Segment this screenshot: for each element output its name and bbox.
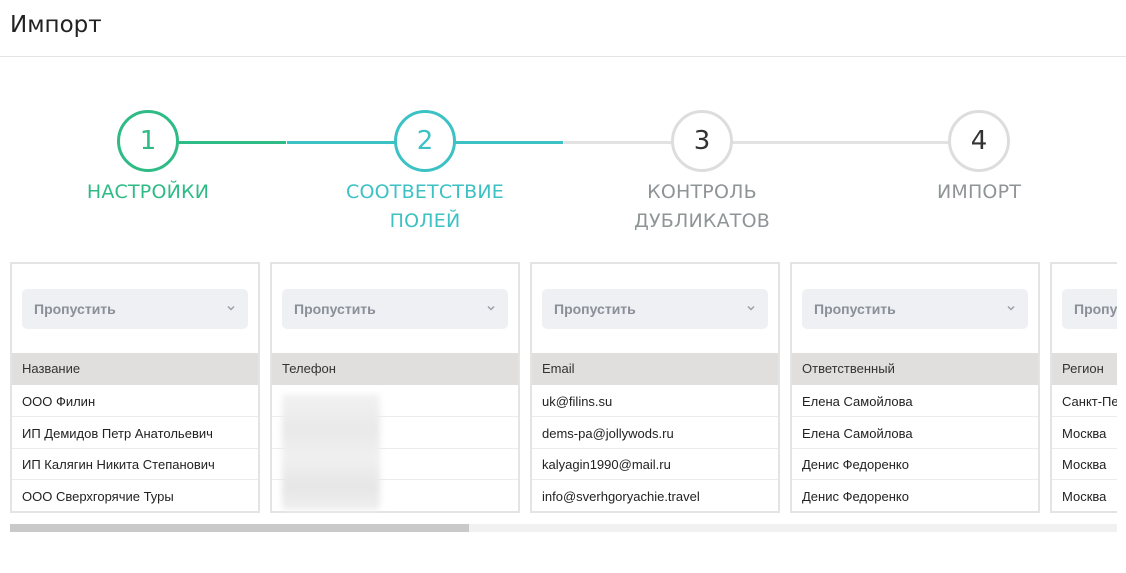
mapping-column-name: Пропустить Название ООО Филин ИП Демидов… — [10, 262, 260, 513]
step-connector-1 — [178, 141, 286, 144]
field-select-value: Пропустить — [294, 301, 376, 317]
table-row: Елена Самойлова — [792, 418, 1038, 449]
table-row: ООО Сверхгорячие Туры — [12, 481, 258, 512]
cell: Москва — [1062, 457, 1107, 472]
field-select[interactable]: Пропустить — [22, 289, 248, 329]
cell: info@sverhgoryachie.travel — [542, 489, 700, 504]
scrollbar-thumb[interactable] — [10, 524, 469, 532]
cell: ООО Сверхгорячие Туры — [22, 489, 174, 504]
column-header: Email — [532, 353, 778, 385]
table-row: Елена Самойлова — [792, 386, 1038, 417]
chevron-down-icon — [227, 305, 235, 311]
step-3-circle[interactable]: 3 — [671, 110, 733, 172]
field-mapping-columns: Пропустить Название ООО Филин ИП Демидов… — [10, 262, 1117, 514]
step-3-number: 3 — [693, 126, 711, 156]
cell: Елена Самойлова — [802, 426, 913, 441]
column-header: Ответственный — [792, 353, 1038, 385]
step-connector-4 — [564, 141, 672, 144]
step-4-label[interactable]: ИМПОРТ — [869, 178, 1089, 207]
import-stepper: 1 НАСТРОЙКИ 2 СООТВЕТСТВИЕ ПОЛЕЙ 3 КОНТР… — [0, 110, 1126, 240]
cell: Денис Федоренко — [802, 457, 909, 472]
mapping-column-phone: Пропустить Телефон — [270, 262, 520, 513]
table-row: kalyagin1990@mail.ru — [532, 449, 778, 480]
table-row: info@sverhgoryachie.travel — [532, 481, 778, 512]
field-select[interactable]: Пропустить — [542, 289, 768, 329]
column-header: Регион — [1052, 353, 1117, 385]
table-row: dems-pa@jollywods.ru — [532, 418, 778, 449]
cell: ИП Демидов Петр Анатольевич — [22, 426, 213, 441]
field-select-value: Пропустить — [34, 301, 116, 317]
page-title: Импорт — [10, 12, 102, 38]
column-header-label: Название — [22, 361, 81, 376]
step-2-circle[interactable]: 2 — [394, 110, 456, 172]
table-row: ИП Калягин Никита Степанович — [12, 449, 258, 480]
step-connector-5 — [732, 141, 949, 144]
table-row: uk@filins.su — [532, 386, 778, 417]
column-header-label: Ответственный — [802, 361, 895, 376]
cell: Елена Самойлова — [802, 394, 913, 409]
column-header-label: Email — [542, 361, 575, 376]
step-1-number: 1 — [139, 126, 157, 156]
field-select-value: Пропустить — [814, 301, 896, 317]
field-select-value: Пропустить — [1074, 301, 1117, 317]
cell: ИП Калягин Никита Степанович — [22, 457, 215, 472]
mapping-column-email: Пропустить Email uk@filins.su dems-pa@jo… — [530, 262, 780, 513]
cell: uk@filins.su — [542, 394, 613, 409]
cell: dems-pa@jollywods.ru — [542, 426, 674, 441]
column-header: Телефон — [272, 353, 518, 385]
field-select[interactable]: Пропустить — [802, 289, 1028, 329]
cell: Денис Федоренко — [802, 489, 909, 504]
table-row: Санкт-Петербург — [1052, 386, 1117, 417]
column-header-label: Телефон — [282, 361, 336, 376]
field-select[interactable]: Пропустить — [282, 289, 508, 329]
step-2-label[interactable]: СООТВЕТСТВИЕ ПОЛЕЙ — [315, 178, 535, 236]
step-connector-3 — [455, 141, 563, 144]
chevron-down-icon — [747, 305, 755, 311]
table-row: Москва — [1052, 418, 1117, 449]
step-1-label[interactable]: НАСТРОЙКИ — [38, 178, 258, 207]
chevron-down-icon — [1007, 305, 1015, 311]
cell: Москва — [1062, 489, 1107, 504]
table-row: Денис Федоренко — [792, 449, 1038, 480]
cell: kalyagin1990@mail.ru — [542, 457, 671, 472]
step-connector-2 — [287, 141, 395, 144]
column-header-label: Регион — [1062, 361, 1104, 376]
step-4-number: 4 — [970, 126, 988, 156]
mapping-column-responsible: Пропустить Ответственный Елена Самойлова… — [790, 262, 1040, 513]
horizontal-scrollbar[interactable] — [10, 524, 1117, 532]
page-header: Импорт — [0, 0, 1126, 57]
field-select-value: Пропустить — [554, 301, 636, 317]
chevron-down-icon — [487, 305, 495, 311]
field-select[interactable]: Пропустить — [1062, 289, 1117, 329]
cell: Санкт-Петербург — [1062, 394, 1117, 409]
table-row: ООО Филин — [12, 386, 258, 417]
blurred-phone-values — [282, 394, 380, 510]
step-2-number: 2 — [416, 126, 434, 156]
step-3-label[interactable]: КОНТРОЛЬ ДУБЛИКАТОВ — [592, 178, 812, 236]
table-row: Москва — [1052, 481, 1117, 512]
table-row: ИП Демидов Петр Анатольевич — [12, 418, 258, 449]
column-header: Название — [12, 353, 258, 385]
cell: Москва — [1062, 426, 1107, 441]
table-row: Москва — [1052, 449, 1117, 480]
step-4-circle[interactable]: 4 — [948, 110, 1010, 172]
cell: ООО Филин — [22, 394, 96, 409]
mapping-column-region: Пропустить Регион Санкт-Петербург Москва… — [1050, 262, 1117, 513]
step-1-circle[interactable]: 1 — [117, 110, 179, 172]
table-row: Денис Федоренко — [792, 481, 1038, 512]
